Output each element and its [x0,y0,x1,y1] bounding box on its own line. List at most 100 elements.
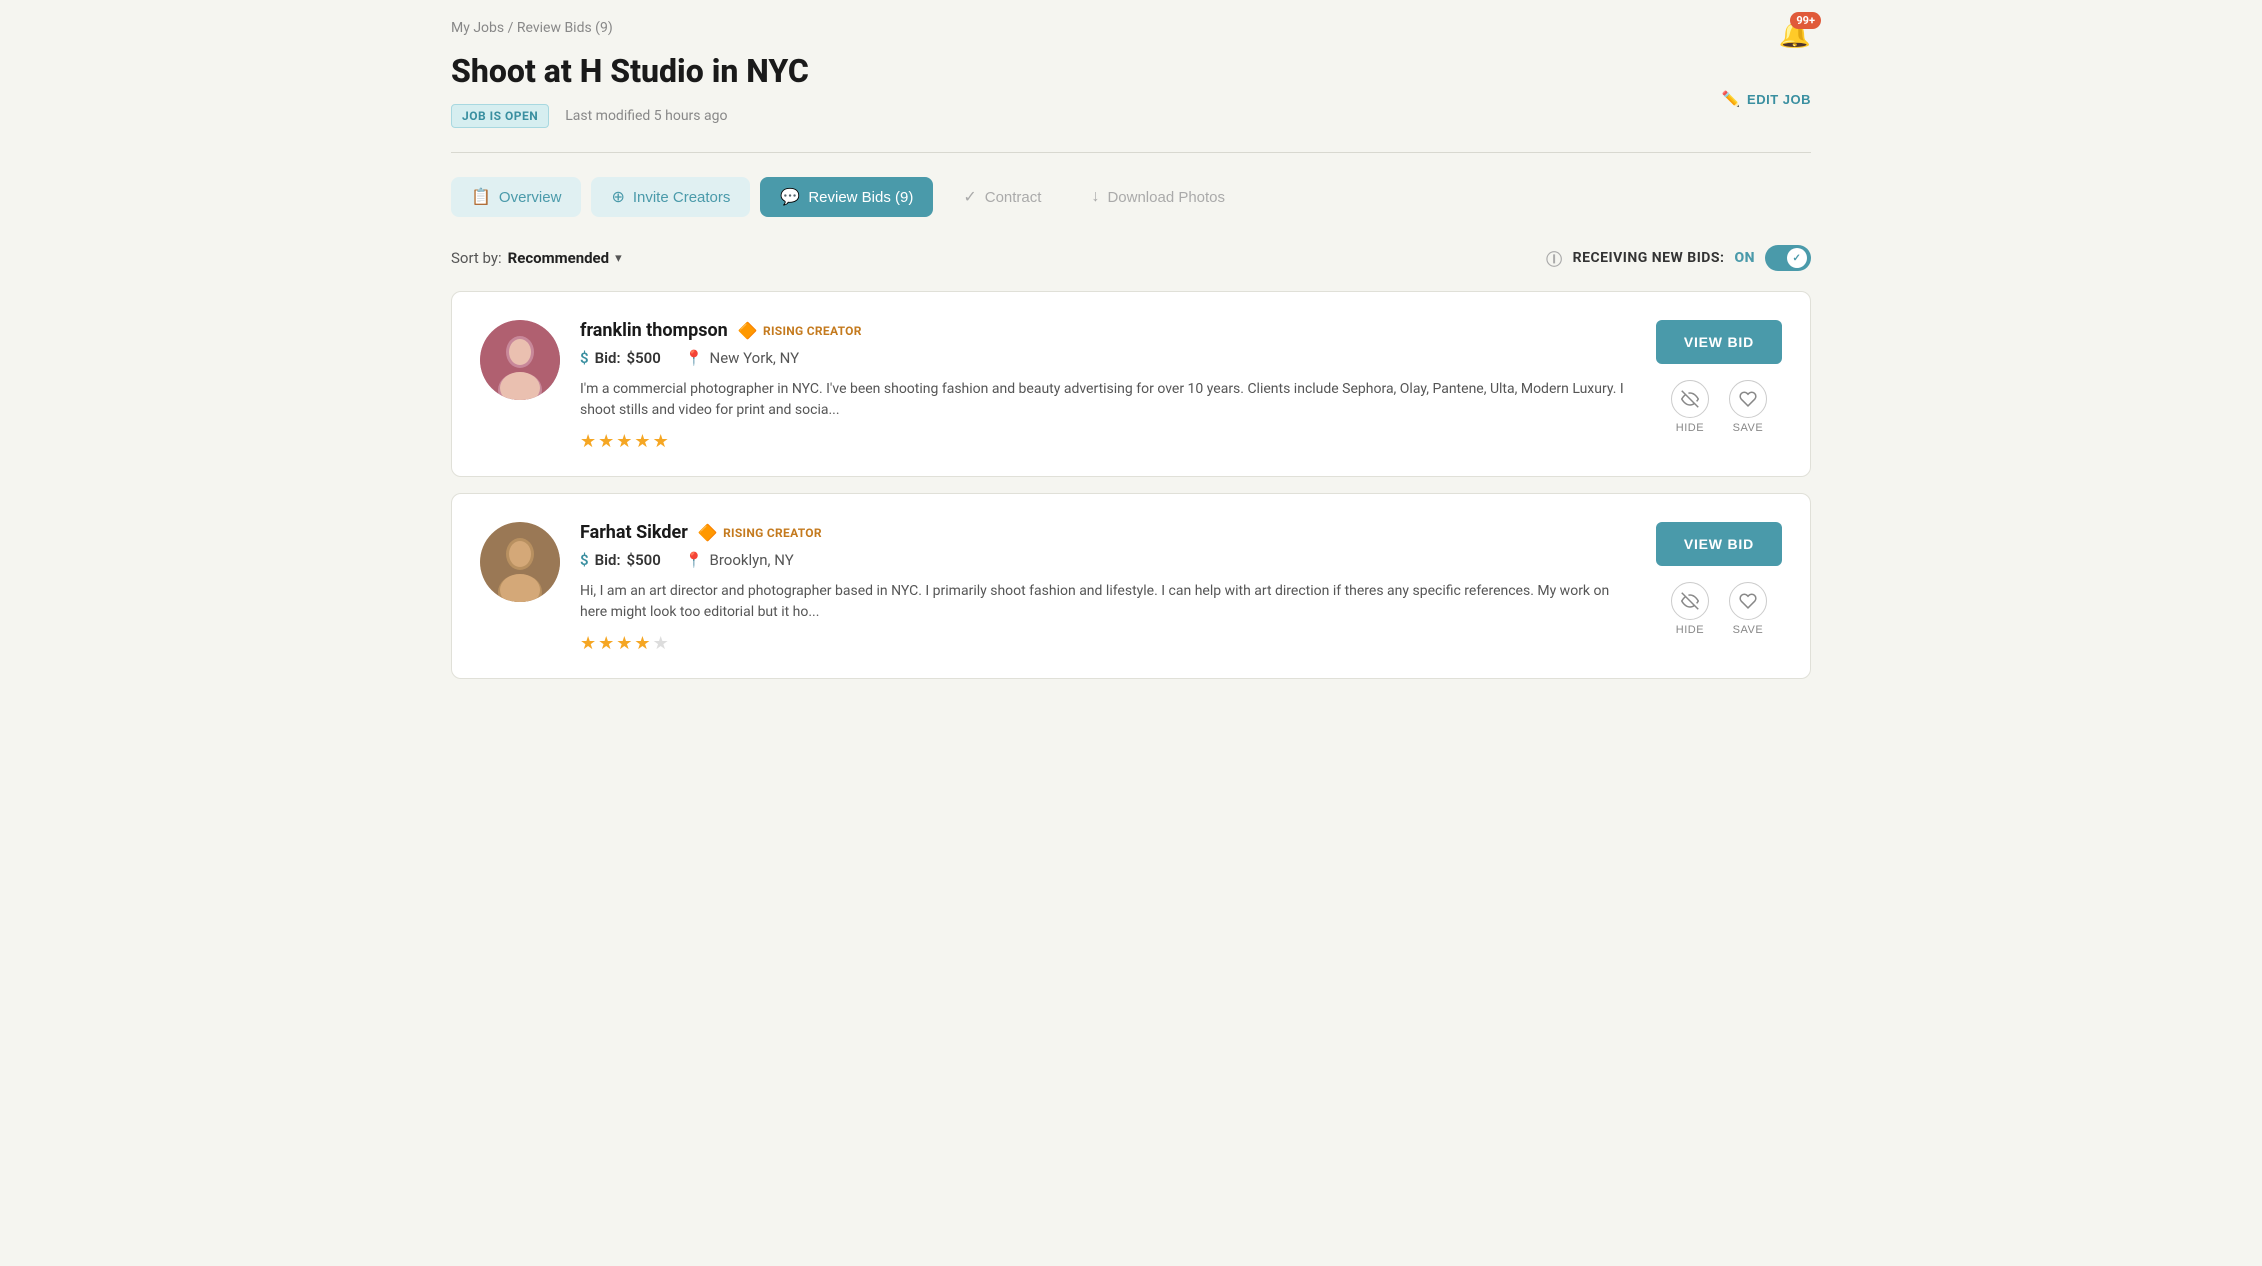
section-divider [451,152,1811,153]
star-1-5: ★ [653,431,669,452]
view-bid-button-1[interactable]: VIEW BID [1656,320,1782,364]
help-icon[interactable]: ⓘ [1546,246,1563,270]
toggle-knob: ✓ [1787,248,1807,268]
breadcrumb: My Jobs / Review Bids (9) [451,20,1811,36]
dollar-icon-2: $ [580,551,589,569]
rising-creator-badge-1: 🔶 RISING CREATOR [738,321,862,340]
controls-bar: Sort by: Recommended ▾ ⓘ RECEIVING NEW B… [451,245,1811,271]
bid-description-1: I'm a commercial photographer in NYC. I'… [580,379,1636,421]
star-2-1: ★ [580,633,596,654]
tab-bar: 📋 Overview ⊕ Invite Creators 💬 Review Bi… [451,177,1811,217]
bid-description-2: Hi, I am an art director and photographe… [580,581,1636,623]
view-bid-button-2[interactable]: VIEW BID [1656,522,1782,566]
sort-dropdown-arrow[interactable]: ▾ [615,251,622,266]
notification-bell[interactable]: 🔔 99+ [1779,20,1811,50]
creator-name-row-2: Farhat Sikder 🔶 RISING CREATOR [580,522,1636,543]
tab-overview[interactable]: 📋 Overview [451,177,581,217]
hide-icon-1 [1671,380,1709,418]
badge-label-1: RISING CREATOR [763,324,862,338]
invite-icon: ⊕ [611,187,624,207]
sort-by-control[interactable]: Sort by: Recommended ▾ [451,249,622,267]
hide-icon-2 [1671,582,1709,620]
tab-contract-label: Contract [985,189,1042,206]
creator-name-1: franklin thompson [580,320,728,341]
bid-card-2: Farhat Sikder 🔶 RISING CREATOR $ Bid: $5… [451,493,1811,679]
tab-invite-creators[interactable]: ⊕ Invite Creators [591,177,750,217]
save-label-1: SAVE [1733,422,1764,434]
breadcrumb-parent[interactable]: My Jobs [451,20,504,36]
bid-label-1: Bid: [595,349,621,367]
save-button-1[interactable]: SAVE [1729,380,1767,434]
sort-value: Recommended [508,249,609,267]
bid-location-1: 📍 New York, NY [685,349,799,367]
hide-label-2: HIDE [1676,624,1704,636]
job-status-badge: JOB IS OPEN [451,104,549,128]
hide-button-1[interactable]: HIDE [1671,380,1709,434]
contract-icon: ✓ [963,187,976,207]
bid-actions-2: VIEW BID HIDE [1656,522,1782,636]
star-1-1: ★ [580,431,596,452]
tab-download-label: Download Photos [1107,189,1225,206]
tab-invite-label: Invite Creators [633,189,731,206]
overview-icon: 📋 [471,187,491,207]
creator-name-row-1: franklin thompson 🔶 RISING CREATOR [580,320,1636,341]
notification-badge: 99+ [1790,12,1821,29]
tab-overview-label: Overview [499,189,562,206]
bid-actions-1: VIEW BID HIDE [1656,320,1782,434]
dollar-icon-1: $ [580,349,589,367]
bid-value-2: $500 [627,551,661,569]
hide-label-1: HIDE [1676,422,1704,434]
tab-contract: ✓ Contract [943,177,1061,217]
creator-name-2: Farhat Sikder [580,522,688,543]
bid-meta-2: $ Bid: $500 📍 Brooklyn, NY [580,551,1636,569]
download-icon: ↓ [1091,188,1099,206]
location-icon-2: 📍 [685,551,704,569]
breadcrumb-separator: / [508,20,514,36]
tab-download-photos: ↓ Download Photos [1071,177,1245,217]
bid-card-1: franklin thompson 🔶 RISING CREATOR $ Bid… [451,291,1811,477]
star-rating-2: ★ ★ ★ ★ ★ [580,633,1636,654]
receiving-bids-label: RECEIVING NEW BIDS: [1573,250,1725,266]
secondary-actions-2: HIDE SAVE [1671,582,1767,636]
bid-location-2: 📍 Brooklyn, NY [685,551,794,569]
receiving-bids-status: ON [1734,250,1755,266]
star-2-4: ★ [634,633,650,654]
star-2-5: ★ [653,633,669,654]
star-1-3: ★ [616,431,632,452]
save-button-2[interactable]: SAVE [1729,582,1767,636]
bid-list: franklin thompson 🔶 RISING CREATOR $ Bid… [451,291,1811,679]
page-title: Shoot at H Studio in NYC [451,52,1811,90]
tab-review-label: Review Bids (9) [808,189,913,206]
star-1-4: ★ [634,431,650,452]
bid-main-2: Farhat Sikder 🔶 RISING CREATOR $ Bid: $5… [580,522,1636,654]
edit-job-label: EDIT JOB [1747,92,1811,107]
sort-label: Sort by: [451,249,502,267]
bid-value-1: $500 [627,349,661,367]
edit-job-button[interactable]: ✏️ EDIT JOB [1722,90,1811,108]
gem-icon-1: 🔶 [738,321,758,340]
bid-label-2: Bid: [595,551,621,569]
location-value-2: Brooklyn, NY [710,551,794,569]
receiving-bids-control: ⓘ RECEIVING NEW BIDS: ON ✓ [1546,245,1811,271]
star-2-2: ★ [598,633,614,654]
status-bar: JOB IS OPEN Last modified 5 hours ago [451,104,1811,128]
tab-review-bids[interactable]: 💬 Review Bids (9) [760,177,933,217]
breadcrumb-current: Review Bids (9) [517,20,613,36]
secondary-actions-1: HIDE SAVE [1671,380,1767,434]
save-icon-2 [1729,582,1767,620]
avatar-franklin [480,320,560,400]
location-value-1: New York, NY [710,349,800,367]
receiving-bids-toggle[interactable]: ✓ [1765,245,1811,271]
location-icon-1: 📍 [685,349,704,367]
last-modified: Last modified 5 hours ago [565,108,727,124]
bid-meta-1: $ Bid: $500 📍 New York, NY [580,349,1636,367]
badge-label-2: RISING CREATOR [723,526,822,540]
star-1-2: ★ [598,431,614,452]
hide-button-2[interactable]: HIDE [1671,582,1709,636]
bid-amount-1: $ Bid: $500 [580,349,661,367]
rising-creator-badge-2: 🔶 RISING CREATOR [698,523,822,542]
review-icon: 💬 [780,187,800,207]
save-label-2: SAVE [1733,624,1764,636]
bid-main-1: franklin thompson 🔶 RISING CREATOR $ Bid… [580,320,1636,452]
pencil-icon: ✏️ [1722,90,1741,108]
